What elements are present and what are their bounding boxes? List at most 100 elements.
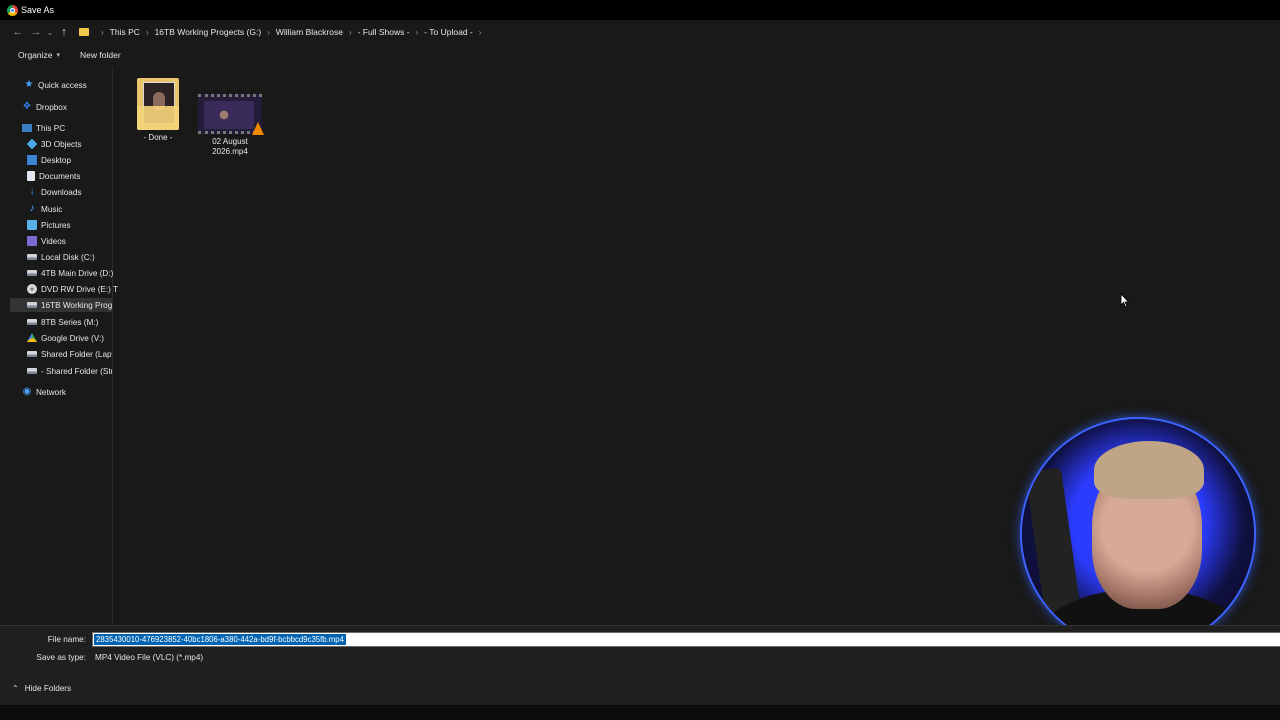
file-name-value: 2835430010-476923852-40bc1806-a380-442a-…: [94, 634, 346, 645]
sidebar-item-label: 8TB Series (M:): [41, 317, 99, 327]
sidebar-item-dvd-drive[interactable]: DVD RW Drive (E:) T: [27, 282, 118, 296]
file-name-row: File name: 2835430010-476923852-40bc1806…: [0, 632, 1280, 647]
back-arrow-icon[interactable]: ←: [9, 26, 27, 38]
person-hair: [1094, 441, 1204, 499]
network-drive-icon: [27, 368, 37, 374]
sidebar-item-pictures[interactable]: Pictures: [27, 218, 71, 232]
folder-item-done[interactable]: - Done -: [122, 76, 194, 143]
navigation-pane: ★ Quick access ❖ Dropbox This PC 3D Obje…: [0, 74, 118, 414]
sidebar-item-google-drive[interactable]: Google Drive (V:): [27, 331, 104, 345]
sidebar-item-network[interactable]: ◉ Network: [22, 385, 66, 399]
sidebar-item-label: Network: [36, 387, 67, 397]
address-bar: ← → ⌄ ↑ › This PC › 16TB Working Progect…: [0, 22, 1280, 42]
hide-folders-button[interactable]: ⌃ Hide Folders: [12, 684, 71, 693]
command-bar: Organize ▾ New folder: [0, 46, 1280, 64]
sidebar-item-desktop[interactable]: Desktop: [27, 153, 71, 167]
organize-button[interactable]: Organize ▾: [18, 50, 60, 60]
chrome-icon: [7, 4, 18, 16]
network-icon: ◉: [22, 386, 32, 397]
sidebar-item-label: Music: [41, 204, 63, 214]
chevron-up-icon: ⌃: [12, 684, 19, 693]
title-bar: Save As: [0, 0, 1280, 20]
breadcrumb-item[interactable]: - Full Shows -: [358, 27, 410, 37]
pictures-icon: [27, 220, 37, 230]
google-drive-icon: [27, 333, 37, 342]
chevron-down-icon: ▾: [56, 52, 61, 59]
breadcrumb-item[interactable]: 16TB Working Progects (G:): [155, 27, 262, 37]
sidebar-item-label: 16TB Working Progects: [41, 300, 112, 310]
chevron-right-icon[interactable]: ›: [479, 28, 482, 37]
recent-locations-chevron-icon[interactable]: ⌄: [45, 28, 55, 37]
sidebar-item-3d-objects[interactable]: 3D Objects: [27, 137, 82, 151]
sidebar-item-series-drive[interactable]: 8TB Series (M:): [27, 315, 98, 329]
dvd-icon: [27, 284, 37, 294]
dropbox-icon: ❖: [22, 101, 32, 112]
sidebar-item-label: 3D Objects: [41, 139, 82, 149]
sidebar-item-label: Google Drive (V:): [41, 333, 104, 343]
sidebar-item-local-disk[interactable]: Local Disk (C:): [27, 250, 95, 264]
chevron-right-icon[interactable]: ›: [267, 28, 270, 37]
sidebar-item-videos[interactable]: Videos: [27, 234, 66, 248]
save-as-dialog: Save As ← → ⌄ ↑ › This PC › 16TB Working…: [0, 0, 1280, 720]
file-item-video[interactable]: 02 August 2026.mp4: [194, 76, 266, 157]
music-icon: ♪: [29, 203, 35, 214]
save-type-row: Save as type: MP4 Video File (VLC) (*.mp…: [0, 650, 1280, 665]
folder-icon: [79, 28, 89, 36]
file-name-input[interactable]: 2835430010-476923852-40bc1806-a380-442a-…: [92, 632, 1280, 647]
sidebar-item-this-pc[interactable]: This PC: [22, 121, 65, 135]
breadcrumb-item[interactable]: - To Upload -: [424, 27, 473, 37]
breadcrumb-item[interactable]: William Blackrose: [276, 27, 343, 37]
sidebar-item-documents[interactable]: Documents: [27, 169, 80, 183]
sidebar-item-label: Videos: [41, 236, 66, 246]
star-icon: ★: [24, 79, 34, 90]
sidebar-item-label: Quick access: [38, 80, 87, 90]
hide-folders-label: Hide Folders: [24, 684, 72, 693]
sidebar-item-downloads[interactable]: ↓ Downloads: [27, 185, 82, 199]
sidebar-item-shared-laptop[interactable]: Shared Folder (Lapt: [27, 347, 112, 361]
drive-icon: [27, 254, 37, 260]
folder-icon: [137, 76, 179, 130]
forward-arrow-icon[interactable]: →: [27, 26, 45, 38]
file-label: 02 August 2026.mp4: [212, 137, 248, 156]
sidebar-item-label: DVD RW Drive (E:) T: [41, 284, 119, 294]
sidebar-item-label: This PC: [36, 123, 66, 133]
sidebar-item-quick-access[interactable]: ★ Quick access: [24, 78, 87, 92]
breadcrumb[interactable]: › This PC › 16TB Working Progects (G:) ›…: [79, 27, 487, 37]
chevron-right-icon[interactable]: ›: [146, 28, 149, 37]
document-icon: [27, 171, 35, 181]
sidebar-item-label: Desktop: [41, 155, 72, 165]
up-arrow-icon[interactable]: ↑: [55, 26, 73, 38]
drive-icon: [27, 270, 37, 276]
sidebar-item-dropbox[interactable]: ❖ Dropbox: [22, 100, 67, 114]
webcam-overlay: [1022, 419, 1254, 649]
chevron-right-icon[interactable]: ›: [349, 28, 352, 37]
save-type-select[interactable]: MP4 Video File (VLC) (*.mp4): [92, 650, 1280, 665]
file-name-label: File name:: [47, 635, 86, 644]
computer-icon: [22, 124, 32, 132]
vlc-icon: [252, 122, 264, 135]
video-thumbnail-icon: [198, 94, 264, 135]
save-type-label: Save as type:: [36, 653, 86, 662]
sidebar-item-main-drive[interactable]: 4TB Main Drive (D:): [27, 266, 113, 280]
breadcrumb-item[interactable]: This PC: [110, 27, 140, 37]
sidebar-item-label: Downloads: [41, 187, 82, 197]
file-label: - Done -: [143, 133, 173, 142]
cube-icon: [27, 138, 38, 150]
pane-divider[interactable]: [112, 66, 113, 624]
sidebar-item-label: Pictures: [41, 220, 71, 230]
new-folder-button[interactable]: New folder: [80, 50, 121, 60]
window-title: Save As: [21, 5, 55, 15]
sidebar-item-label: 4TB Main Drive (D:): [41, 268, 114, 278]
sidebar-item-working-projects[interactable]: 16TB Working Progects: [10, 298, 112, 312]
videos-icon: [27, 236, 37, 246]
desktop-icon: [27, 155, 37, 165]
network-drive-icon: [27, 351, 37, 357]
chevron-right-icon[interactable]: ›: [101, 28, 104, 37]
sidebar-item-label: Local Disk (C:): [41, 252, 95, 262]
chevron-right-icon[interactable]: ›: [416, 28, 419, 37]
download-icon: ↓: [29, 186, 35, 197]
taskbar-edge: [0, 705, 1280, 720]
sidebar-item-label: - Shared Folder (Stu: [41, 366, 112, 376]
sidebar-item-music[interactable]: ♪ Music: [27, 202, 63, 216]
sidebar-item-shared-studio[interactable]: - Shared Folder (Stu: [27, 364, 112, 378]
